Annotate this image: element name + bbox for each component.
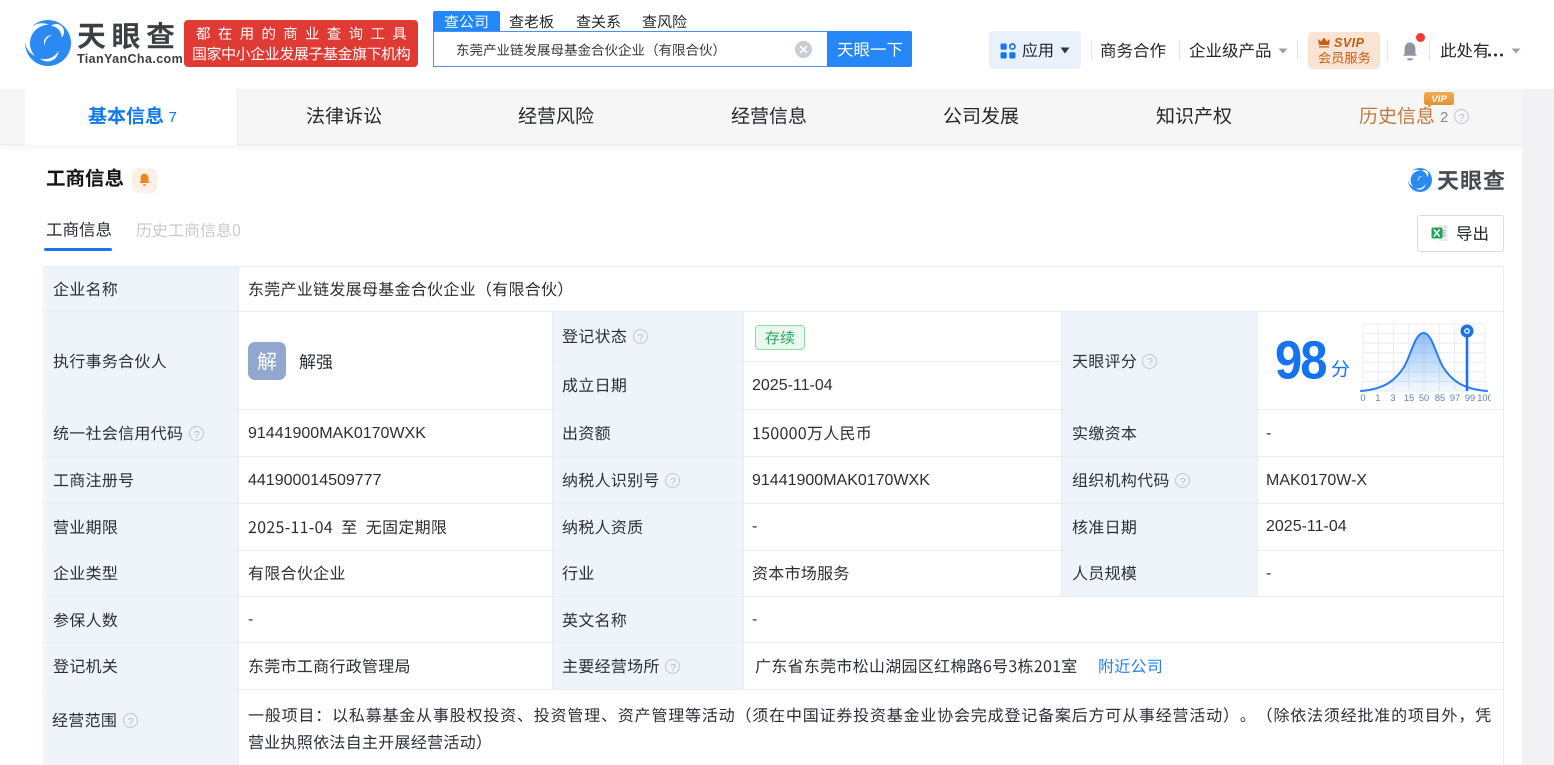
- svg-text:50: 50: [1419, 393, 1429, 402]
- svg-text:VIP: VIP: [1431, 94, 1447, 105]
- svg-text:85: 85: [1435, 393, 1445, 402]
- svg-text:100: 100: [1477, 393, 1491, 402]
- svg-text:99: 99: [1465, 393, 1475, 402]
- svg-text:3: 3: [1390, 393, 1395, 402]
- svg-text:97: 97: [1450, 393, 1460, 402]
- svg-text:1: 1: [1375, 393, 1380, 402]
- svg-text:0: 0: [1360, 393, 1365, 402]
- svg-text:15: 15: [1404, 393, 1414, 402]
